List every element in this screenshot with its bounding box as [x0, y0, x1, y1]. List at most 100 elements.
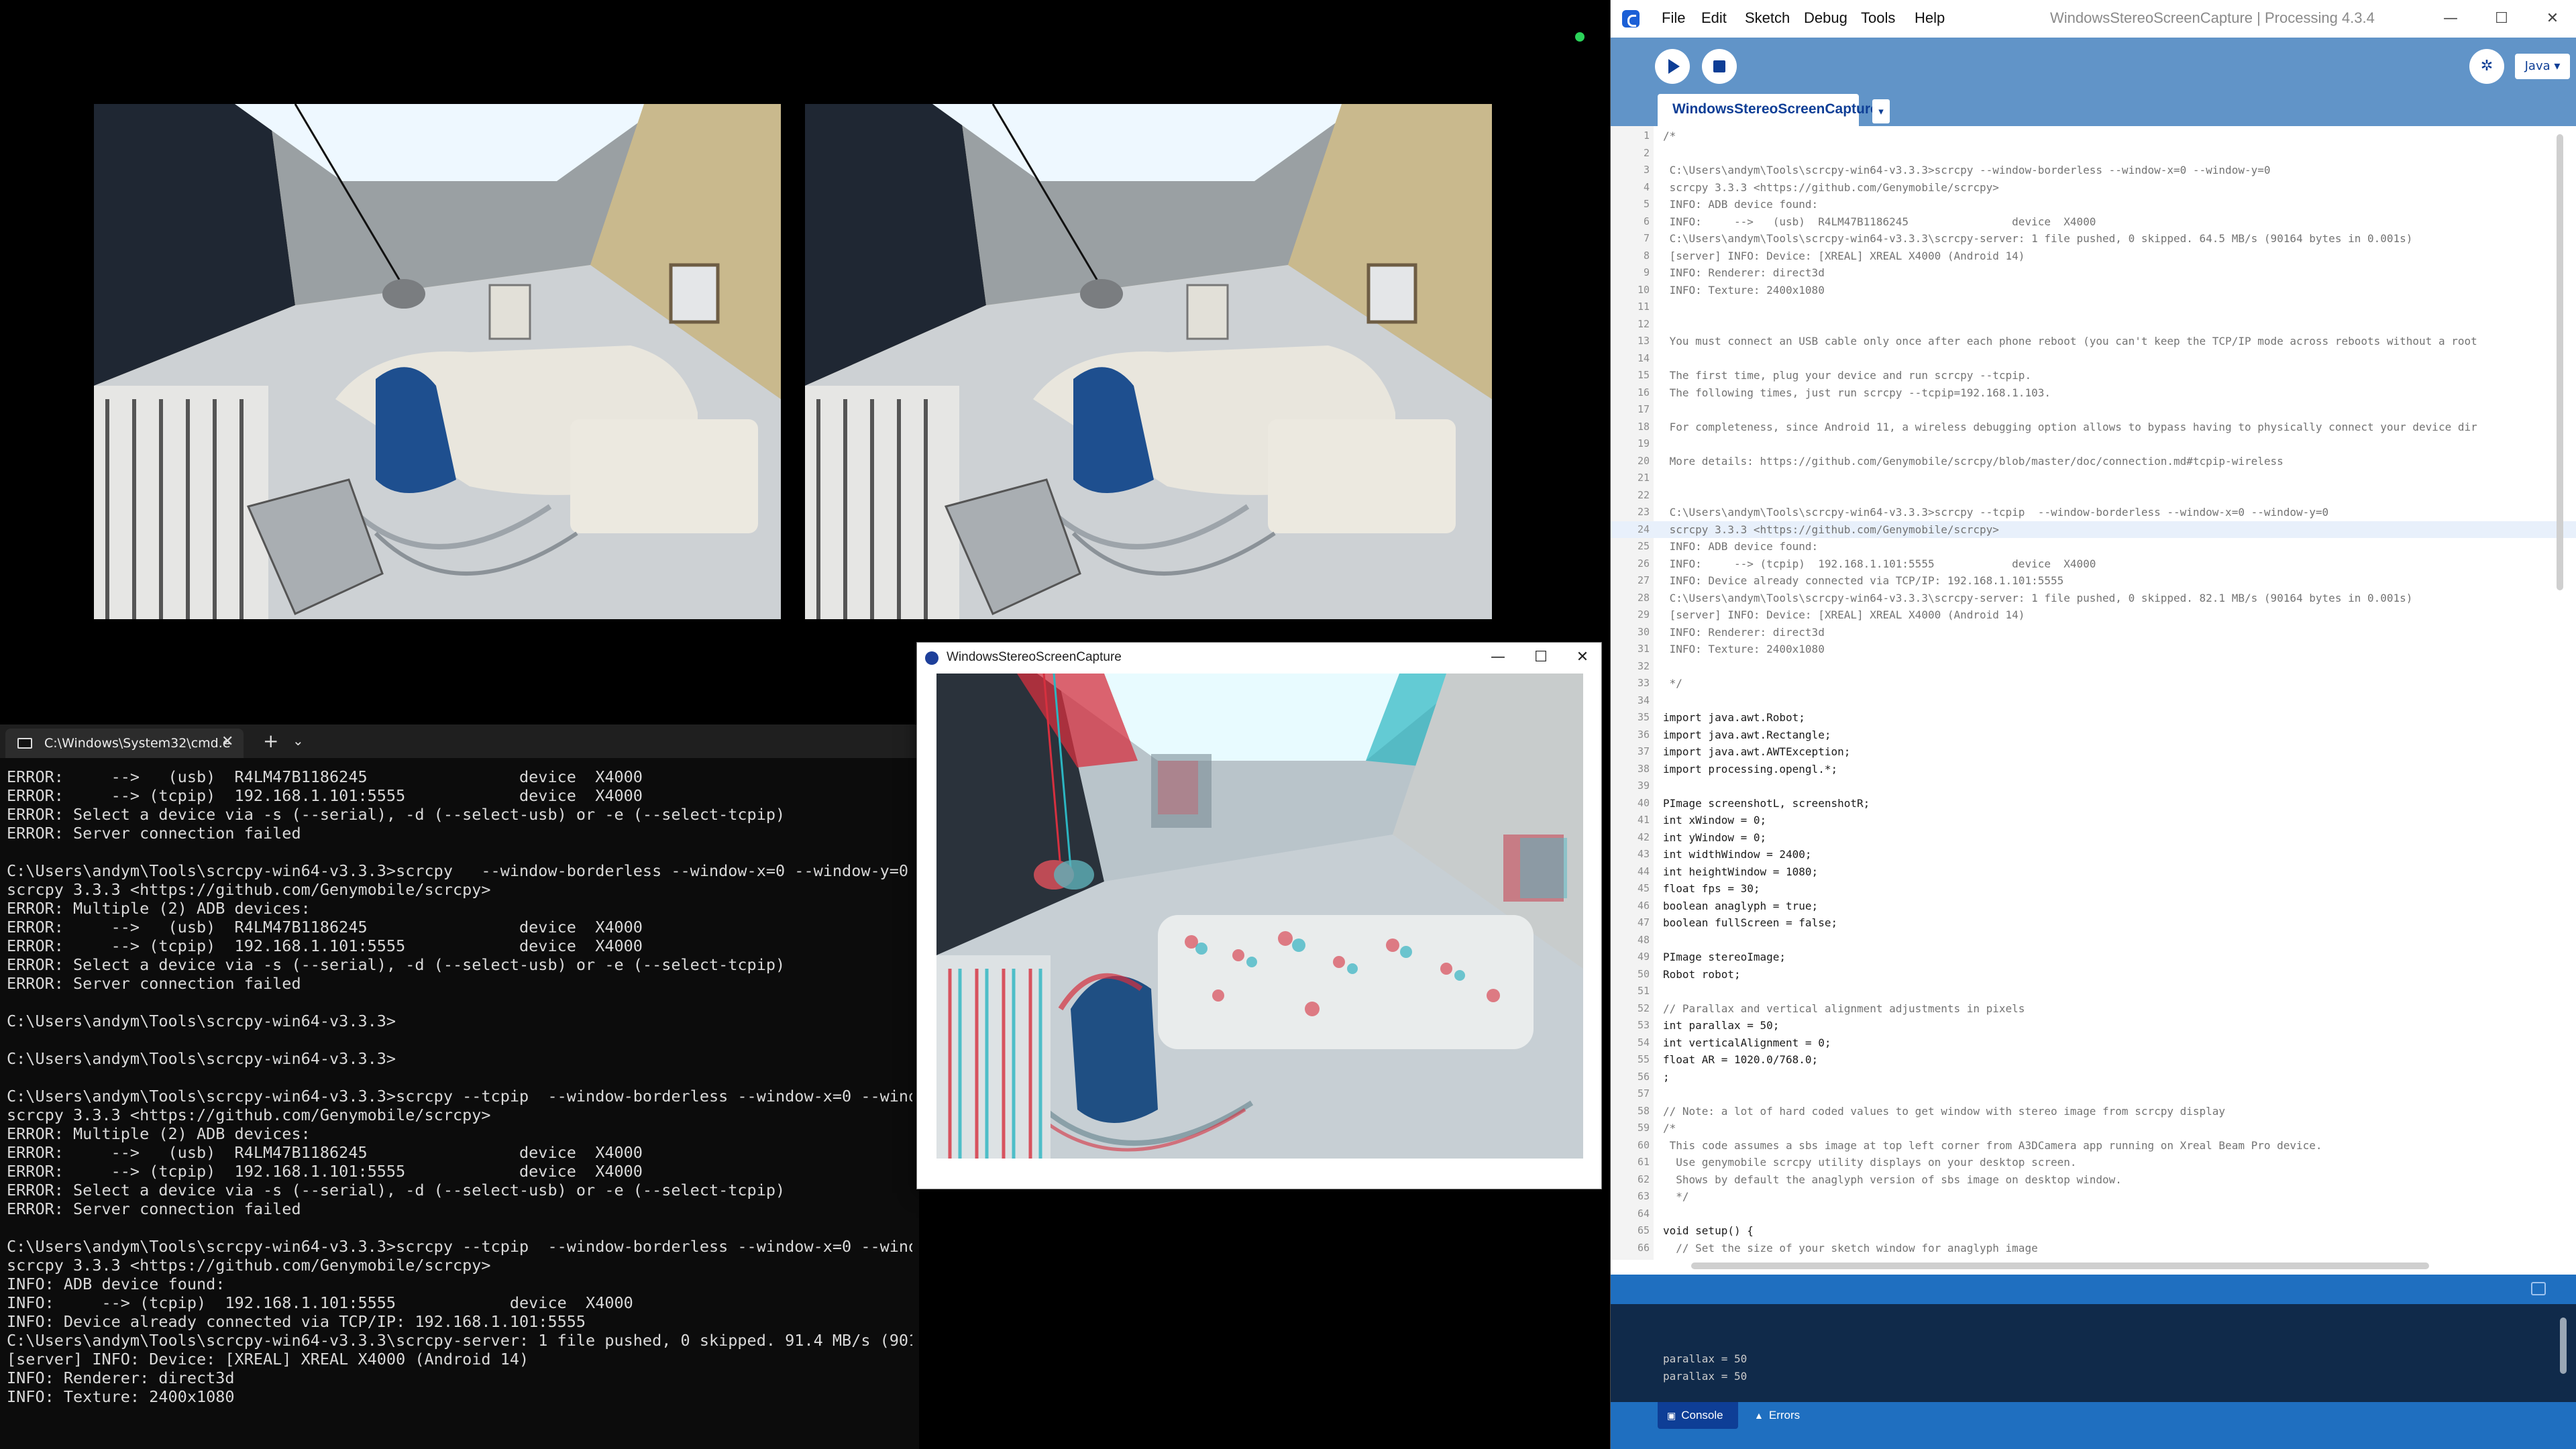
- processing-ide-window[interactable]: File Edit Sketch Debug Tools Help Window…: [1610, 0, 2576, 1449]
- line-number: 61: [1637, 1156, 1650, 1168]
- code-text: /*: [1663, 129, 1676, 142]
- line-number: 3: [1643, 164, 1650, 176]
- mode-selector[interactable]: Java ▾: [2515, 54, 2570, 79]
- editor-vertical-scrollbar[interactable]: [2557, 134, 2563, 590]
- line-number: 46: [1637, 899, 1650, 912]
- left-eye-image: [94, 104, 781, 619]
- code-line: 3 C:\Users\andym\Tools\scrcpy-win64-v3.3…: [1611, 162, 2576, 179]
- processing-logo-icon: [1622, 10, 1640, 28]
- line-number: 4: [1643, 180, 1650, 193]
- code-line: 1 /*: [1611, 127, 2576, 145]
- code-line: 5 INFO: ADB device found:: [1611, 196, 2576, 213]
- anaglyph-window[interactable]: WindowsStereoScreenCapture — ☐ ✕: [916, 642, 1602, 1189]
- code-line: 52 // Parallax and vertical alignment adj…: [1611, 1000, 2576, 1018]
- line-number: 19: [1637, 437, 1650, 449]
- code-text: int widthWindow = 2400;: [1663, 848, 1812, 861]
- line-number: 52: [1637, 1002, 1650, 1014]
- line-number: 55: [1637, 1053, 1650, 1065]
- terminal-line: ERROR: Select a device via -s (--serial)…: [7, 955, 786, 974]
- terminal-line: ERROR: --> (usb) R4LM47B1186245 device X…: [7, 767, 643, 786]
- console-tab[interactable]: ▣ Console: [1658, 1402, 1738, 1429]
- console-scrollbar[interactable]: [2560, 1318, 2567, 1374]
- code-line: 42 int yWindow = 0;: [1611, 829, 2576, 847]
- line-number: 1: [1643, 129, 1650, 142]
- code-line: 25 INFO: ADB device found:: [1611, 538, 2576, 555]
- code-line: 11: [1611, 299, 2576, 316]
- close-icon[interactable]: ✕: [221, 733, 233, 750]
- close-button[interactable]: ✕: [1562, 645, 1603, 669]
- line-number: 43: [1637, 848, 1650, 860]
- console-copy-icon[interactable]: [2531, 1282, 2546, 1295]
- command-prompt-window[interactable]: C:\Windows\System32\cmd.e ✕ + ⌄ ERROR: -…: [0, 724, 919, 1449]
- stop-button[interactable]: [1702, 49, 1737, 84]
- code-text: For completeness, since Android 11, a wi…: [1663, 420, 2477, 433]
- chevron-down-icon[interactable]: ⌄: [292, 733, 304, 749]
- line-number: 11: [1637, 301, 1650, 313]
- code-line: 56;: [1611, 1069, 2576, 1086]
- code-text: float fps = 30;: [1663, 882, 1760, 895]
- code-line: 46 boolean anaglyph = true;: [1611, 898, 2576, 915]
- console-output[interactable]: parallax = 50 parallax = 50: [1611, 1304, 2576, 1402]
- warning-icon: ▲: [1754, 1410, 1764, 1421]
- terminal-tab[interactable]: C:\Windows\System32\cmd.e ✕: [5, 729, 244, 758]
- terminal-line: C:\Users\andym\Tools\scrcpy-win64-v3.3.3…: [7, 1012, 396, 1030]
- terminal-output[interactable]: ERROR: --> (usb) R4LM47B1186245 device X…: [7, 767, 912, 1438]
- code-text: scrcpy 3.3.3 <https://github.com/Genymob…: [1663, 180, 1999, 194]
- menu-help[interactable]: Help: [1915, 9, 1945, 27]
- terminal-line: INFO: Renderer: direct3d: [7, 1368, 235, 1387]
- code-text: More details: https://github.com/Genymob…: [1663, 454, 2284, 468]
- code-line: 32: [1611, 658, 2576, 676]
- line-number: 27: [1637, 574, 1650, 586]
- menu-edit[interactable]: Edit: [1701, 9, 1727, 27]
- menu-tools[interactable]: Tools: [1861, 9, 1895, 27]
- minimize-button[interactable]: —: [2432, 5, 2469, 32]
- code-text: INFO: Texture: 2400x1080: [1663, 643, 1825, 655]
- code-text: import java.awt.AWTException;: [1663, 745, 1851, 758]
- line-number: 34: [1637, 694, 1650, 706]
- code-text: import java.awt.Robot;: [1663, 711, 1805, 724]
- sketch-tab[interactable]: WindowsStereoScreenCapture: [1658, 94, 1878, 126]
- code-text: ;: [1663, 1070, 1670, 1083]
- code-line: 18 For completeness, since Android 11, a…: [1611, 419, 2576, 436]
- stereo-display-area: [0, 0, 1610, 724]
- ide-titlebar[interactable]: File Edit Sketch Debug Tools Help Window…: [1611, 0, 2576, 38]
- code-text: // Parallax and vertical alignment adjus…: [1663, 1002, 2025, 1015]
- new-tab-icon[interactable]: +: [263, 730, 278, 752]
- code-text: int yWindow = 0;: [1663, 830, 1767, 844]
- window-titlebar[interactable]: WindowsStereoScreenCapture — ☐ ✕: [917, 643, 1601, 673]
- close-button[interactable]: ✕: [2534, 5, 2571, 32]
- code-text: Shows by default the anaglyph version of…: [1663, 1173, 2122, 1186]
- editor-horizontal-scrollbar[interactable]: [1691, 1263, 2429, 1269]
- maximize-button[interactable]: ☐: [1521, 645, 1561, 669]
- code-text: C:\Users\andym\Tools\scrcpy-win64-v3.3.3…: [1663, 591, 2413, 604]
- code-text: C:\Users\andym\Tools\scrcpy-win64-v3.3.3…: [1663, 164, 2271, 176]
- tab-menu-arrow[interactable]: ▾: [1872, 99, 1890, 123]
- code-text: INFO: ADB device found:: [1663, 198, 1819, 211]
- code-text: Use genymobile scrcpy utility displays o…: [1663, 1156, 2077, 1169]
- code-editor[interactable]: 1 /* 2 3 C:\Users\andym\Tools\scrcpy-win64-…: [1611, 126, 2576, 1260]
- code-text: void setup() {: [1663, 1224, 1754, 1237]
- code-line: 60 This code assumes a sbs image at top …: [1611, 1137, 2576, 1155]
- code-text: int parallax = 50;: [1663, 1019, 1780, 1032]
- run-button[interactable]: [1655, 49, 1690, 84]
- sketch-tab-label: WindowsStereoScreenCapture: [1672, 101, 1878, 117]
- menu-sketch[interactable]: Sketch: [1745, 9, 1790, 27]
- minimize-button[interactable]: —: [1478, 645, 1518, 669]
- line-number: 33: [1637, 677, 1650, 689]
- code-text: INFO: Renderer: direct3d: [1663, 625, 1825, 639]
- code-line: 37 import java.awt.AWTException;: [1611, 743, 2576, 761]
- code-text: C:\Users\andym\Tools\scrcpy-win64-v3.3.3…: [1663, 506, 2329, 519]
- line-number: 64: [1637, 1207, 1650, 1220]
- line-number: 2: [1643, 146, 1650, 159]
- menu-file[interactable]: File: [1662, 9, 1685, 27]
- window-title: WindowsStereoScreenCapture: [947, 650, 1122, 664]
- code-line: 49 PImage stereoImage;: [1611, 949, 2576, 966]
- debugger-button[interactable]: ✲: [2469, 49, 2504, 84]
- code-text: boolean anaglyph = true;: [1663, 899, 1819, 912]
- menu-debug[interactable]: Debug: [1804, 9, 1847, 27]
- line-number: 5: [1643, 198, 1650, 210]
- errors-tab[interactable]: ▲ Errors: [1745, 1402, 1825, 1429]
- maximize-button[interactable]: ☐: [2483, 5, 2520, 32]
- line-number: 58: [1637, 1104, 1650, 1117]
